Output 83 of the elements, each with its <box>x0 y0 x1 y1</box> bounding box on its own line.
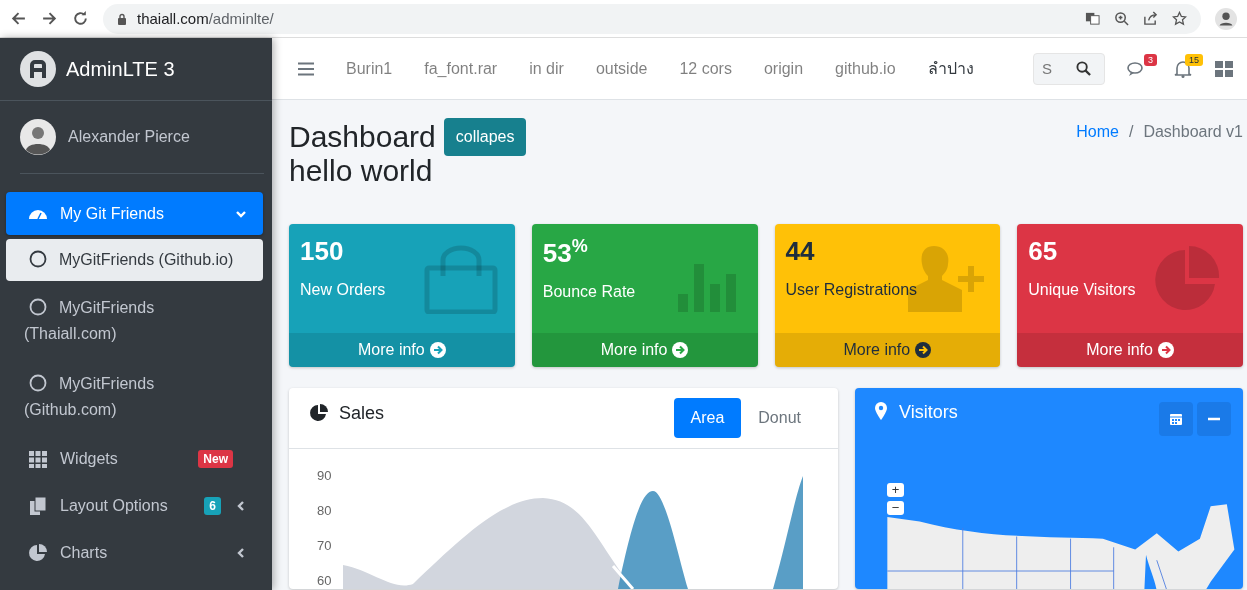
url-host: thaiall.com <box>137 10 209 27</box>
submenu-item[interactable]: MyGitFriends (Thaiall.com) <box>6 285 178 357</box>
brand-name[interactable]: AdminLTE 3 <box>66 57 175 81</box>
nav-link[interactable]: fa_font.rar <box>410 55 516 81</box>
grid-icon[interactable] <box>1215 60 1233 77</box>
stat-label: Bounce Rate <box>542 282 637 301</box>
chart-tab[interactable]: Donut <box>741 398 818 438</box>
circle-icon <box>29 250 47 268</box>
breadcrumb-link[interactable]: Home <box>1076 123 1119 141</box>
axis-tick-label: 60 <box>317 573 332 588</box>
page-subtitle: hello world <box>289 154 434 188</box>
grid-icon <box>28 448 48 469</box>
menu-icon[interactable] <box>298 61 314 76</box>
pie-chart-icon <box>28 542 48 563</box>
nav-link[interactable]: 12 cors <box>665 55 750 81</box>
more-info-link[interactable]: More info <box>531 333 758 367</box>
axis-tick-label: 80 <box>317 503 332 518</box>
search-field[interactable]: S <box>1034 53 1068 84</box>
notification-count-badge: 15 <box>1185 53 1203 66</box>
address-bar[interactable]: thaiall.com/adminlte/ <box>103 3 1201 34</box>
share-icon[interactable] <box>1143 11 1158 26</box>
page-title: Dashboard <box>289 120 436 154</box>
stat-value: 150 <box>300 236 344 267</box>
card-title: Sales <box>339 402 385 424</box>
stat-value: 53$^{%}$ <box>542 236 588 269</box>
menu-badge: 6 <box>204 496 221 515</box>
profile-icon[interactable] <box>1215 7 1237 30</box>
avatar <box>20 119 56 155</box>
collapse-button[interactable]: collapes <box>443 118 527 156</box>
url-path: /adminlte/ <box>208 10 274 27</box>
map-pin-icon <box>875 402 887 420</box>
breadcrumb-link[interactable]: Dashboard v1 <box>1143 123 1243 141</box>
arrow-circle-icon <box>672 342 689 358</box>
stat-label: User Registrations <box>785 281 919 299</box>
back-icon[interactable] <box>10 10 27 27</box>
circle-icon <box>29 374 47 392</box>
nav-link[interactable]: origin <box>749 55 822 81</box>
logo-icon <box>20 51 56 87</box>
more-info-link[interactable]: More info <box>774 333 1001 367</box>
menu-badge: New <box>198 449 233 468</box>
stat-value: 44 <box>785 236 815 267</box>
reload-icon[interactable] <box>72 10 89 27</box>
search-bar[interactable]: S <box>1033 52 1105 85</box>
nav-link[interactable]: ลำปาง <box>913 55 992 81</box>
arrow-circle-icon <box>429 342 446 358</box>
calendar-icon <box>1169 412 1183 426</box>
stat-label: Unique Visitors <box>1028 281 1137 299</box>
nav-link[interactable]: outside <box>581 55 666 81</box>
submenu-item[interactable]: MyGitFriends (Github.io) <box>6 239 263 281</box>
more-info-link[interactable]: More info <box>289 333 515 367</box>
stat-label: New Orders <box>300 281 387 299</box>
zoom-out-button[interactable]: − <box>887 501 904 515</box>
arrow-circle-icon <box>1157 342 1174 358</box>
search-icon <box>1076 61 1091 76</box>
lock-icon <box>117 12 127 25</box>
circle-icon <box>29 298 47 316</box>
star-icon[interactable] <box>1172 11 1187 26</box>
message-count-badge: 3 <box>1144 53 1157 66</box>
axis-tick-label: 90 <box>317 468 332 483</box>
nav-link[interactable]: github.io <box>821 55 914 81</box>
forward-icon[interactable] <box>41 10 58 27</box>
zoom-icon[interactable] <box>1114 11 1129 26</box>
sidebar-item[interactable]: Widgets New <box>6 437 263 480</box>
sidebar-item[interactable]: Layout Options 6 <box>6 484 263 527</box>
stat-value: 65 <box>1028 236 1058 267</box>
axis-tick-label: 70 <box>317 538 332 553</box>
pie-chart-icon <box>309 403 329 423</box>
card-title: Visitors <box>899 402 958 423</box>
collapse-button[interactable] <box>1197 402 1231 436</box>
submenu-item[interactable]: MyGitFriends (Github.com) <box>6 361 178 433</box>
breadcrumb-separator: / <box>1128 123 1134 141</box>
nav-link[interactable]: Burin1 <box>332 55 411 81</box>
sidebar-item[interactable]: Charts <box>6 531 263 574</box>
sidebar-item[interactable]: My Git Friends <box>6 192 263 235</box>
copy-icon <box>28 495 48 516</box>
nav-link[interactable]: in dir <box>515 55 582 81</box>
user-name[interactable]: Alexander Pierce <box>68 128 190 146</box>
chart-tab[interactable]: Area <box>673 398 742 438</box>
more-info-link[interactable]: More info <box>1017 333 1243 367</box>
zoom-in-button[interactable]: + <box>887 483 904 497</box>
calendar-button[interactable] <box>1159 402 1193 436</box>
translate-icon[interactable] <box>1085 11 1100 26</box>
arrow-circle-icon <box>915 342 932 358</box>
